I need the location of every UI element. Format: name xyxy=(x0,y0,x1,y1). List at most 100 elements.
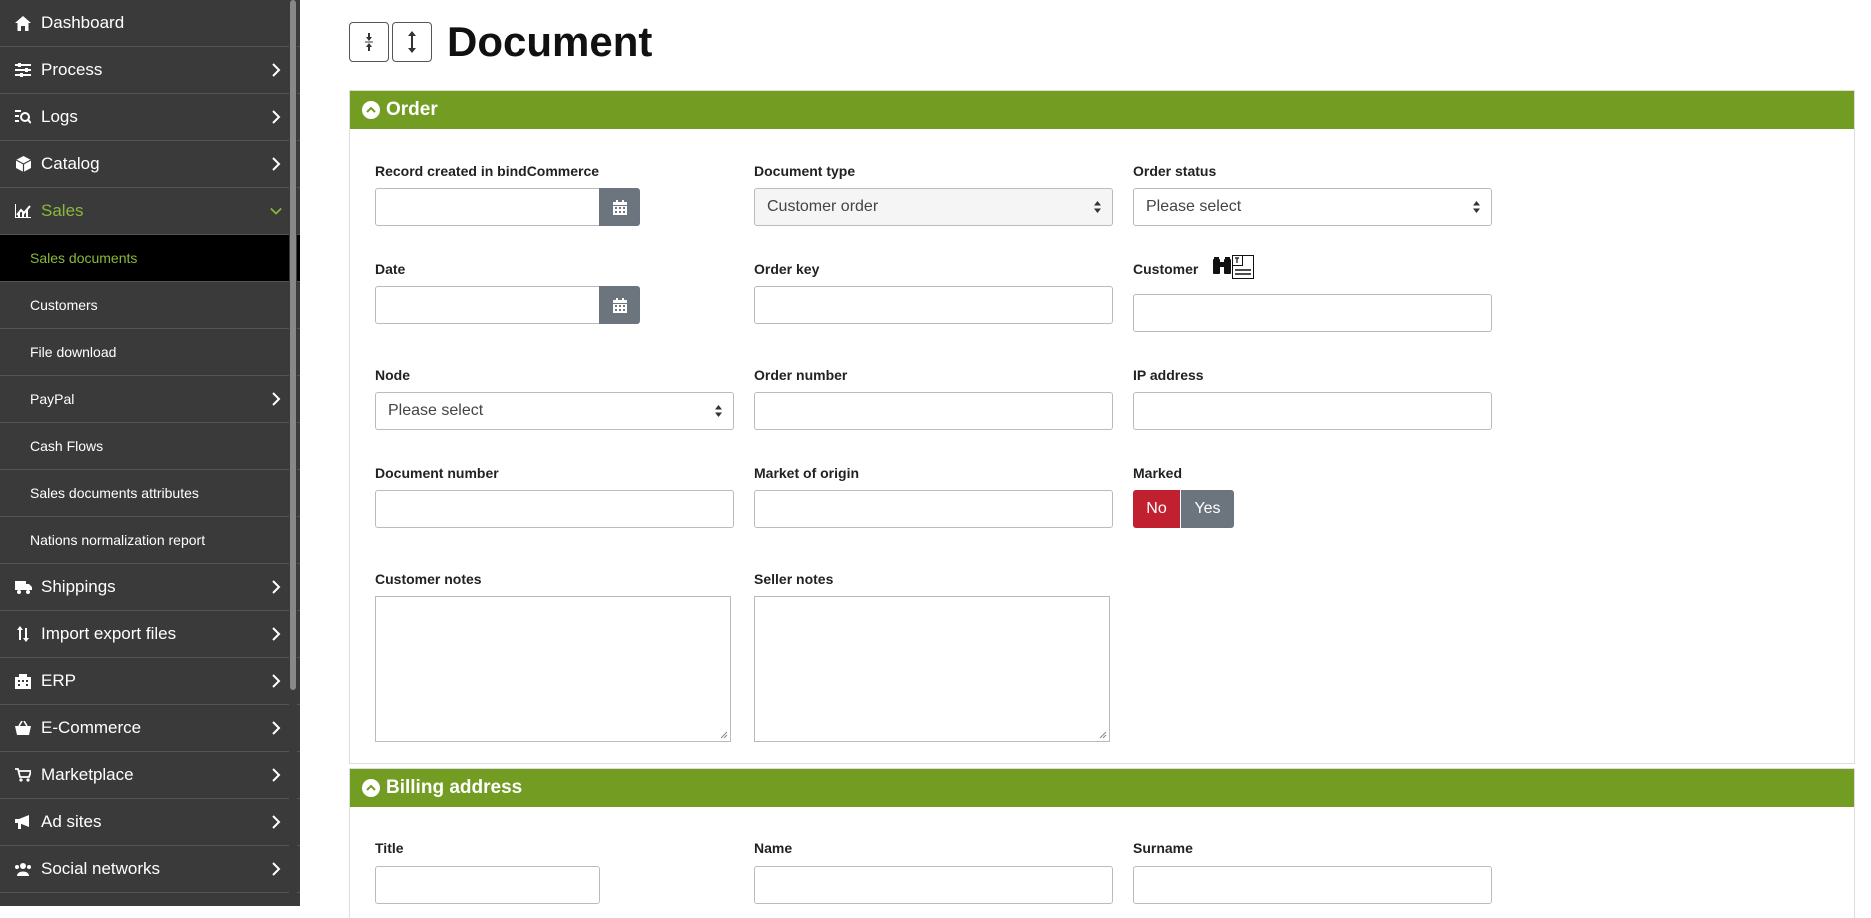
billing-title-label: Title xyxy=(375,840,404,856)
sidebar-item-label: Shippings xyxy=(41,577,116,596)
order-key-label: Order key xyxy=(754,261,820,277)
node-select[interactable]: Please select xyxy=(375,392,734,430)
marked-no-button[interactable]: No xyxy=(1133,490,1180,528)
billing-address-panel-header[interactable]: Billing address xyxy=(350,769,1854,807)
order-panel-header[interactable]: Order xyxy=(350,91,1854,129)
log-search-icon xyxy=(14,108,32,126)
seller-notes-textarea[interactable] xyxy=(754,596,1110,742)
sidebar-item-catalog[interactable]: Catalog xyxy=(0,141,300,188)
customer-label: Customer xyxy=(1133,261,1199,277)
chevron-right-icon xyxy=(272,815,281,829)
node-value: Please select xyxy=(388,402,484,419)
order-status-value: Please select xyxy=(1146,198,1242,215)
sidebar-subitem-cash-flows[interactable]: Cash Flows xyxy=(0,423,300,470)
order-status-label: Order status xyxy=(1133,163,1217,179)
order-panel: Order Record created in bindCommerce Doc… xyxy=(349,90,1855,764)
sidebar-item-erp[interactable]: ERP xyxy=(0,658,300,705)
sidebar-nav: Dashboard Process Logs Catalog Sales Sal… xyxy=(0,0,300,893)
chevron-right-icon xyxy=(272,862,281,876)
collapse-all-button[interactable] xyxy=(349,22,389,62)
sidebar-subitem-label: File download xyxy=(30,344,117,360)
record-created-input[interactable] xyxy=(375,188,600,226)
ip-address-label: IP address xyxy=(1133,367,1204,383)
sidebar-item-label: Catalog xyxy=(41,154,100,173)
chevron-right-icon xyxy=(272,110,281,124)
record-created-label: Record created in bindCommerce xyxy=(375,163,600,179)
chevron-right-icon xyxy=(272,157,281,171)
chevron-right-icon xyxy=(272,580,281,594)
marked-label: Marked xyxy=(1133,465,1183,481)
sidebar-item-import-export-files[interactable]: Import export files xyxy=(0,611,300,658)
sidebar-item-process[interactable]: Process xyxy=(0,47,300,94)
sidebar-subitem-label: Sales documents xyxy=(30,250,138,266)
date-label: Date xyxy=(375,261,406,277)
billing-name-label: Name xyxy=(754,840,793,856)
document-type-label: Document type xyxy=(754,163,856,179)
expand-all-button[interactable] xyxy=(392,22,432,62)
customer-notes-textarea[interactable] xyxy=(375,596,731,742)
marked-yes-button[interactable]: Yes xyxy=(1181,490,1234,528)
node-label: Node xyxy=(375,367,410,383)
billing-surname-label: Surname xyxy=(1133,840,1193,856)
sidebar-subitem-label: Cash Flows xyxy=(30,438,104,454)
binoculars-icon[interactable] xyxy=(1212,257,1232,280)
sidebar-subitem-customers[interactable]: Customers xyxy=(0,282,300,329)
megaphone-icon xyxy=(14,813,32,831)
box-icon xyxy=(14,155,32,173)
resize-grip-icon xyxy=(720,731,728,739)
chevron-up-icon xyxy=(362,101,380,119)
seller-notes-label: Seller notes xyxy=(754,571,834,587)
sidebar-subitem-label: Customers xyxy=(30,297,98,313)
sidebar-item-label: Ad sites xyxy=(41,812,102,831)
sliders-icon xyxy=(14,61,32,79)
sidebar-item-label: Process xyxy=(41,60,103,79)
sidebar-subitem-nations-normalization-report[interactable]: Nations normalization report xyxy=(0,517,300,564)
order-key-input[interactable] xyxy=(754,286,1113,324)
truck-icon xyxy=(14,578,32,596)
sidebar-scrollbar-thumb[interactable] xyxy=(290,0,296,690)
sidebar-item-dashboard[interactable]: Dashboard xyxy=(0,0,300,47)
order-number-input[interactable] xyxy=(754,392,1113,430)
document-type-value: Customer order xyxy=(767,198,879,215)
billing-surname-input[interactable] xyxy=(1133,866,1492,904)
document-type-select[interactable]: Customer order xyxy=(754,188,1113,226)
sidebar-subitem-label: Sales documents attributes xyxy=(30,485,199,501)
ip-address-input[interactable] xyxy=(1133,392,1492,430)
sidebar-item-e-commerce[interactable]: E-Commerce xyxy=(0,705,300,752)
sidebar-subitem-label: PayPal xyxy=(30,391,75,407)
order-status-select[interactable]: Please select xyxy=(1133,188,1492,226)
document-number-input[interactable] xyxy=(375,490,734,528)
sort-arrows-icon xyxy=(715,405,722,417)
page-header: Document xyxy=(349,18,652,66)
market-of-origin-input[interactable] xyxy=(754,490,1113,528)
billing-name-input[interactable] xyxy=(754,866,1113,904)
sidebar-subitem-sales-documents-attributes[interactable]: Sales documents attributes xyxy=(0,470,300,517)
sidebar-subitem-paypal[interactable]: PayPal xyxy=(0,376,300,423)
calendar-icon xyxy=(612,297,627,313)
sort-arrows-icon xyxy=(1094,201,1101,213)
basket-icon xyxy=(14,719,32,737)
sidebar-subitem-sales-documents[interactable]: Sales documents xyxy=(0,235,300,282)
chevron-right-icon xyxy=(272,392,281,406)
cart-icon xyxy=(14,766,32,784)
customer-input[interactable] xyxy=(1133,294,1492,332)
sidebar-item-marketplace[interactable]: Marketplace xyxy=(0,752,300,799)
sidebar-item-label: Import export files xyxy=(41,624,177,643)
sidebar-item-ad-sites[interactable]: Ad sites xyxy=(0,799,300,846)
order-number-label: Order number xyxy=(754,367,848,383)
sidebar-item-label: E-Commerce xyxy=(41,718,142,737)
compress-vertical-icon xyxy=(365,33,373,51)
date-input[interactable] xyxy=(375,286,600,324)
type-filter-icon[interactable] xyxy=(1232,255,1254,284)
record-created-calendar-button[interactable] xyxy=(599,188,640,226)
sidebar-item-social-networks[interactable]: Social networks xyxy=(0,846,300,893)
sidebar-item-shippings[interactable]: Shippings xyxy=(0,564,300,611)
billing-title-input[interactable] xyxy=(375,866,600,904)
sidebar-item-sales[interactable]: Sales xyxy=(0,188,300,235)
date-calendar-button[interactable] xyxy=(599,286,640,324)
resize-grip-icon xyxy=(1099,731,1107,739)
sidebar-item-label: Dashboard xyxy=(41,13,125,32)
sidebar-item-label: Logs xyxy=(41,107,78,126)
sidebar-subitem-file-download[interactable]: File download xyxy=(0,329,300,376)
sidebar-item-logs[interactable]: Logs xyxy=(0,94,300,141)
